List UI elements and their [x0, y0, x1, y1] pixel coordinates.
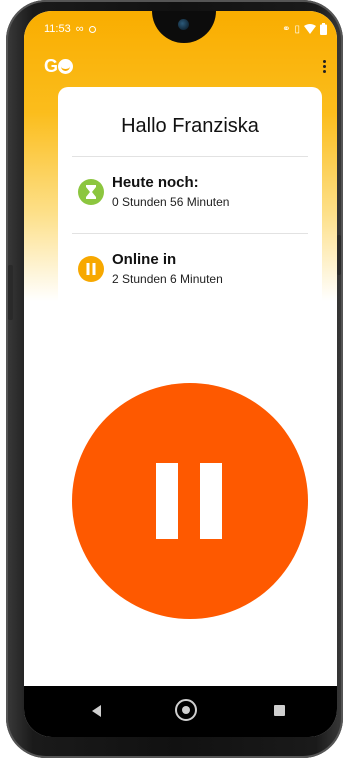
link-icon: ⚭	[282, 23, 291, 35]
phone-frame: 11:53 ∞ ⚭ ▯ G Hallo Franziska Heute noch…	[6, 0, 343, 758]
more-vert-icon[interactable]	[317, 56, 331, 76]
infinity-icon: ∞	[75, 23, 84, 35]
pause-button[interactable]	[72, 383, 308, 619]
divider	[72, 156, 308, 157]
battery-icon	[320, 23, 327, 35]
greeting-title: Hallo Franziska	[121, 115, 259, 137]
status-time: 11:53	[44, 23, 71, 35]
logo-text: G	[44, 56, 58, 76]
back-icon[interactable]	[92, 705, 101, 717]
recent-apps-icon[interactable]	[274, 705, 285, 716]
pause-icon-bar-left	[156, 463, 178, 539]
online-in-value: 2 Stunden 6 Minuten	[112, 272, 223, 286]
side-button-right	[337, 235, 341, 275]
app-bar: G	[24, 56, 337, 80]
hourglass-icon	[78, 179, 104, 205]
side-button	[8, 265, 13, 320]
pause-small-icon	[78, 256, 104, 282]
online-in-title: Online in	[112, 251, 177, 268]
home-icon[interactable]	[175, 699, 197, 721]
navigation-bar	[24, 686, 337, 737]
divider	[72, 233, 308, 234]
online-in-row: Online in 2 Stunden 6 Minuten	[78, 251, 308, 291]
camera-icon	[178, 19, 189, 30]
remaining-time-row: Heute noch: 0 Stunden 56 Minuten	[78, 174, 308, 214]
remaining-time-value: 0 Stunden 56 Minuten	[112, 195, 230, 209]
remaining-time-title: Heute noch:	[112, 174, 199, 191]
screen: 11:53 ∞ ⚭ ▯ G Hallo Franziska Heute noch…	[24, 11, 337, 737]
wifi-icon	[304, 24, 316, 34]
notification-icon	[88, 25, 96, 33]
app-logo: G	[44, 56, 74, 77]
status-bar-left: 11:53 ∞	[44, 21, 96, 37]
pause-icon-bar-right	[200, 463, 222, 539]
status-bar-right: ⚭ ▯	[282, 21, 327, 37]
smiley-logo-icon	[58, 59, 74, 74]
vibrate-icon: ▯	[294, 23, 300, 35]
status-card: Hallo Franziska Heute noch: 0 Stunden 56…	[58, 87, 322, 302]
